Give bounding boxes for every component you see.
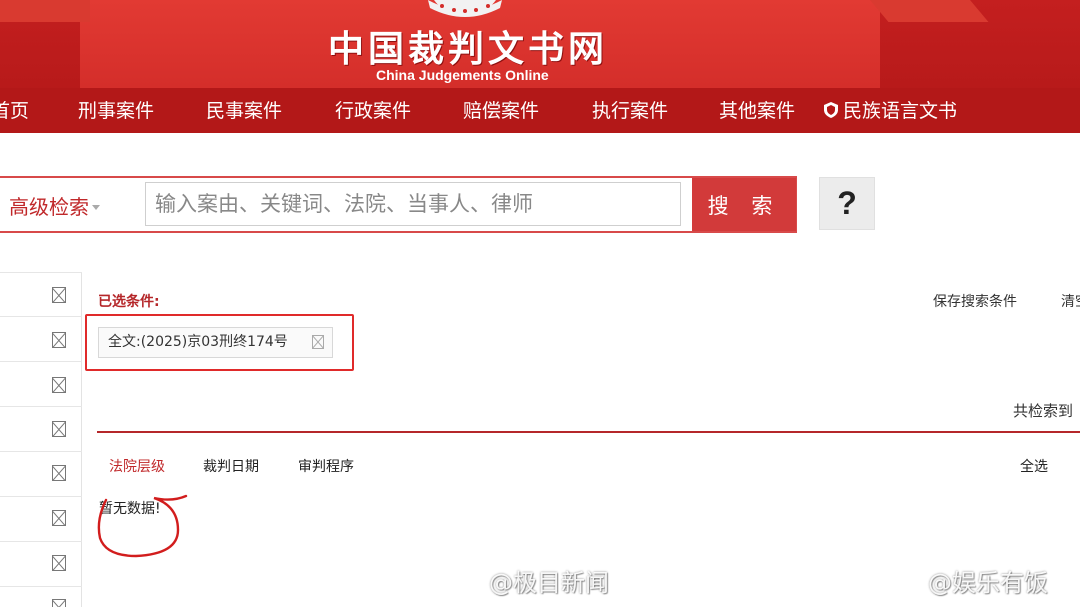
nav-item-enforcement[interactable]: 执行案件 xyxy=(592,96,668,123)
close-box-icon[interactable] xyxy=(52,465,66,481)
nav-item-administrative[interactable]: 行政案件 xyxy=(335,96,411,123)
nav-item-civil[interactable]: 民事案件 xyxy=(206,96,282,123)
nav-item-criminal[interactable]: 刑事案件 xyxy=(78,96,154,123)
close-box-icon[interactable] xyxy=(52,599,66,607)
nav-item-ethnic-language-label: 民族语言文书 xyxy=(843,100,958,122)
result-count-label: 共检索到 xyxy=(1013,402,1074,420)
weibo-icon xyxy=(886,571,924,594)
filter-row xyxy=(0,407,82,452)
select-all-link[interactable]: 全选 xyxy=(1020,456,1048,476)
filter-row xyxy=(0,452,82,497)
search-input[interactable] xyxy=(145,182,681,226)
filter-row xyxy=(0,272,82,317)
advanced-search-label: 高级检索 xyxy=(9,195,89,219)
nav-item-ethnic-language[interactable]: 民族语言文书 xyxy=(822,96,957,123)
search-button[interactable]: 搜 索 xyxy=(692,178,796,231)
handdrawn-circle-annotation xyxy=(97,494,188,558)
nav-item-home[interactable]: 首页 xyxy=(0,96,29,123)
site-title: 中国裁判文书网 xyxy=(328,29,609,70)
close-box-icon[interactable] xyxy=(52,510,66,526)
watermark-left-text: @极目新闻 xyxy=(489,569,609,597)
tab-trial-procedure[interactable]: 审判程序 xyxy=(298,456,354,476)
advanced-search-dropdown[interactable]: 高级检索 xyxy=(9,191,100,220)
condition-chip-text: 全文:(2025)京03刑终174号 xyxy=(108,334,288,350)
help-button[interactable]: ? xyxy=(819,177,875,230)
shield-icon xyxy=(824,102,838,118)
tab-judgment-date[interactable]: 裁判日期 xyxy=(203,456,259,476)
filter-row xyxy=(0,587,82,607)
selected-conditions-label: 已选条件: xyxy=(98,294,160,310)
caret-down-icon xyxy=(92,205,100,210)
remove-condition-icon[interactable] xyxy=(312,335,324,349)
close-box-icon[interactable] xyxy=(52,377,66,393)
filter-row xyxy=(0,497,82,542)
close-box-icon[interactable] xyxy=(52,287,66,303)
results-divider xyxy=(97,431,1080,433)
condition-chip: 全文:(2025)京03刑终174号 xyxy=(98,327,333,358)
watermark-right: @娱乐有饭 xyxy=(886,563,1048,598)
filter-row xyxy=(0,362,82,407)
nav-item-compensation[interactable]: 赔偿案件 xyxy=(463,96,539,123)
nav-item-other[interactable]: 其他案件 xyxy=(719,96,795,123)
clear-conditions-link[interactable]: 清空 xyxy=(1061,291,1080,311)
watermark-left: @极目新闻 xyxy=(447,563,609,598)
site-subtitle: China Judgements Online xyxy=(376,67,549,83)
tab-court-level[interactable]: 法院层级 xyxy=(109,456,165,476)
watermark-right-text: @娱乐有饭 xyxy=(928,569,1048,597)
close-box-icon[interactable] xyxy=(52,332,66,348)
close-box-icon[interactable] xyxy=(52,421,66,437)
close-box-icon[interactable] xyxy=(52,555,66,571)
header-ribbon-right xyxy=(870,0,989,22)
header-ribbon-left xyxy=(0,0,90,22)
save-search-conditions-link[interactable]: 保存搜索条件 xyxy=(933,291,1017,311)
weibo-icon xyxy=(447,571,485,594)
filter-row xyxy=(0,542,82,587)
national-emblem-icon xyxy=(428,0,502,17)
filter-row xyxy=(0,317,82,362)
